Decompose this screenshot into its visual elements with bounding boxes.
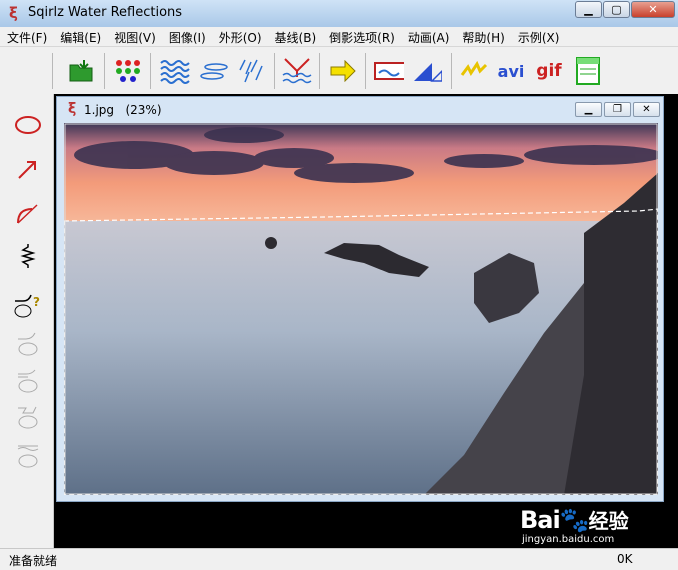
toolbar-separator [319, 53, 320, 89]
arrow-right-icon [330, 60, 356, 82]
ripples-icon [200, 63, 228, 80]
menu-view[interactable]: 视图(V) [107, 27, 162, 46]
document-window: ξ 1.jpg (23%) ▁ ❐ ✕ [56, 96, 664, 502]
rain-button[interactable] [237, 56, 267, 86]
menu-help[interactable]: 帮助(H) [455, 27, 510, 46]
avi-icon: avi [497, 61, 525, 81]
curve-icon [17, 204, 38, 224]
rain-icon [239, 59, 263, 83]
app-title: Sqirlz Water Reflections [28, 5, 183, 20]
mdi-workspace: ξ 1.jpg (23%) ▁ ❐ ✕ [54, 94, 678, 548]
color-dots-button[interactable] [113, 56, 143, 86]
tool-palette: ? [0, 94, 54, 548]
frame-button[interactable] [374, 56, 404, 86]
gif-button[interactable]: gif [534, 56, 564, 86]
outline-style-1-button[interactable] [13, 328, 43, 358]
watermark-logo: Bai🐾经验 [520, 506, 629, 534]
window-controls: ▁ ▢ ✕ [574, 1, 675, 18]
triangle-icon [414, 63, 442, 82]
menu-file[interactable]: 文件(F) [0, 27, 53, 46]
open-button[interactable] [67, 56, 97, 86]
waves-icon [160, 60, 190, 84]
maximize-button[interactable]: ▢ [603, 1, 630, 18]
doc-close-button[interactable]: ✕ [633, 102, 660, 117]
frame-icon [374, 62, 404, 80]
doc-restore-button[interactable]: ❐ [604, 102, 631, 117]
document-icon: ξ [68, 101, 77, 117]
app-icon: ξ [9, 4, 18, 22]
outline-style-4-button[interactable] [13, 440, 43, 470]
status-text: 准备就绪 [9, 554, 58, 568]
toolbar-separator [104, 53, 105, 89]
color-dots-icon [116, 60, 140, 82]
outline-style-2-icon [18, 369, 38, 393]
menu-image[interactable]: 图像(I) [162, 27, 212, 46]
toolbar-separator [274, 53, 275, 89]
menu-bar: 文件(F) 编辑(E) 视图(V) 图像(I) 外形(O) 基线(B) 倒影选项… [0, 27, 678, 46]
line-tool-button[interactable] [13, 154, 43, 184]
svg-text:?: ? [33, 295, 40, 309]
sparkle-button[interactable] [459, 56, 489, 86]
status-memory: 0K [617, 552, 633, 566]
waves-button[interactable] [160, 56, 190, 86]
outline-style-3-button[interactable] [13, 401, 43, 431]
outline-style-4-icon [17, 445, 39, 468]
panel-icon [576, 57, 600, 85]
toolbar-separator [52, 53, 53, 89]
help-outline-icon: ? [14, 294, 40, 318]
reflect-icon [282, 58, 312, 84]
toolbar-separator [150, 53, 151, 89]
menu-baseline[interactable]: 基线(B) [268, 27, 323, 46]
status-bar: 准备就绪 0K [0, 548, 678, 570]
ripples-button[interactable] [199, 56, 229, 86]
zigzag-icon [20, 244, 36, 268]
outline-style-2-button[interactable] [13, 365, 43, 395]
curve-tool-button[interactable] [13, 198, 43, 228]
image-canvas[interactable] [64, 123, 658, 495]
watermark-url: jingyan.baidu.com [522, 534, 615, 545]
avi-button[interactable]: avi [496, 56, 526, 86]
reflect-button[interactable] [282, 56, 312, 86]
triangle-button[interactable] [412, 56, 442, 86]
menu-reflection-options[interactable]: 倒影选项(R) [322, 27, 401, 46]
menu-outline[interactable]: 外形(O) [212, 27, 268, 46]
menu-animation[interactable]: 动画(A) [401, 27, 456, 46]
outline-style-1-icon [18, 332, 38, 356]
baseline-help-button[interactable]: ? [13, 289, 43, 319]
ellipse-icon [15, 116, 41, 134]
toolbar: avi gif [0, 46, 678, 96]
close-button[interactable]: ✕ [631, 1, 675, 18]
next-button[interactable] [328, 56, 358, 86]
document-title: 1.jpg (23%) [84, 103, 162, 117]
toolbar-separator [365, 53, 366, 89]
menu-examples[interactable]: 示例(X) [511, 27, 566, 46]
sparkle-icon [460, 60, 488, 76]
minimize-button[interactable]: ▁ [575, 1, 602, 18]
seascape-photo[interactable] [64, 123, 658, 495]
outline-style-3-icon [18, 406, 38, 429]
arrow-line-icon [18, 161, 36, 179]
menu-edit[interactable]: 编辑(E) [53, 27, 107, 46]
open-icon [69, 60, 93, 82]
panel-button[interactable] [573, 56, 603, 86]
toolbar-separator [451, 53, 452, 89]
gif-icon: gif [536, 61, 562, 81]
ellipse-tool-button[interactable] [13, 110, 43, 140]
document-controls: ▁ ❐ ✕ [573, 102, 660, 117]
doc-minimize-button[interactable]: ▁ [575, 102, 602, 117]
title-bar: ξ Sqirlz Water Reflections ▁ ▢ ✕ [0, 0, 678, 28]
zigzag-tool-button[interactable] [13, 241, 43, 271]
